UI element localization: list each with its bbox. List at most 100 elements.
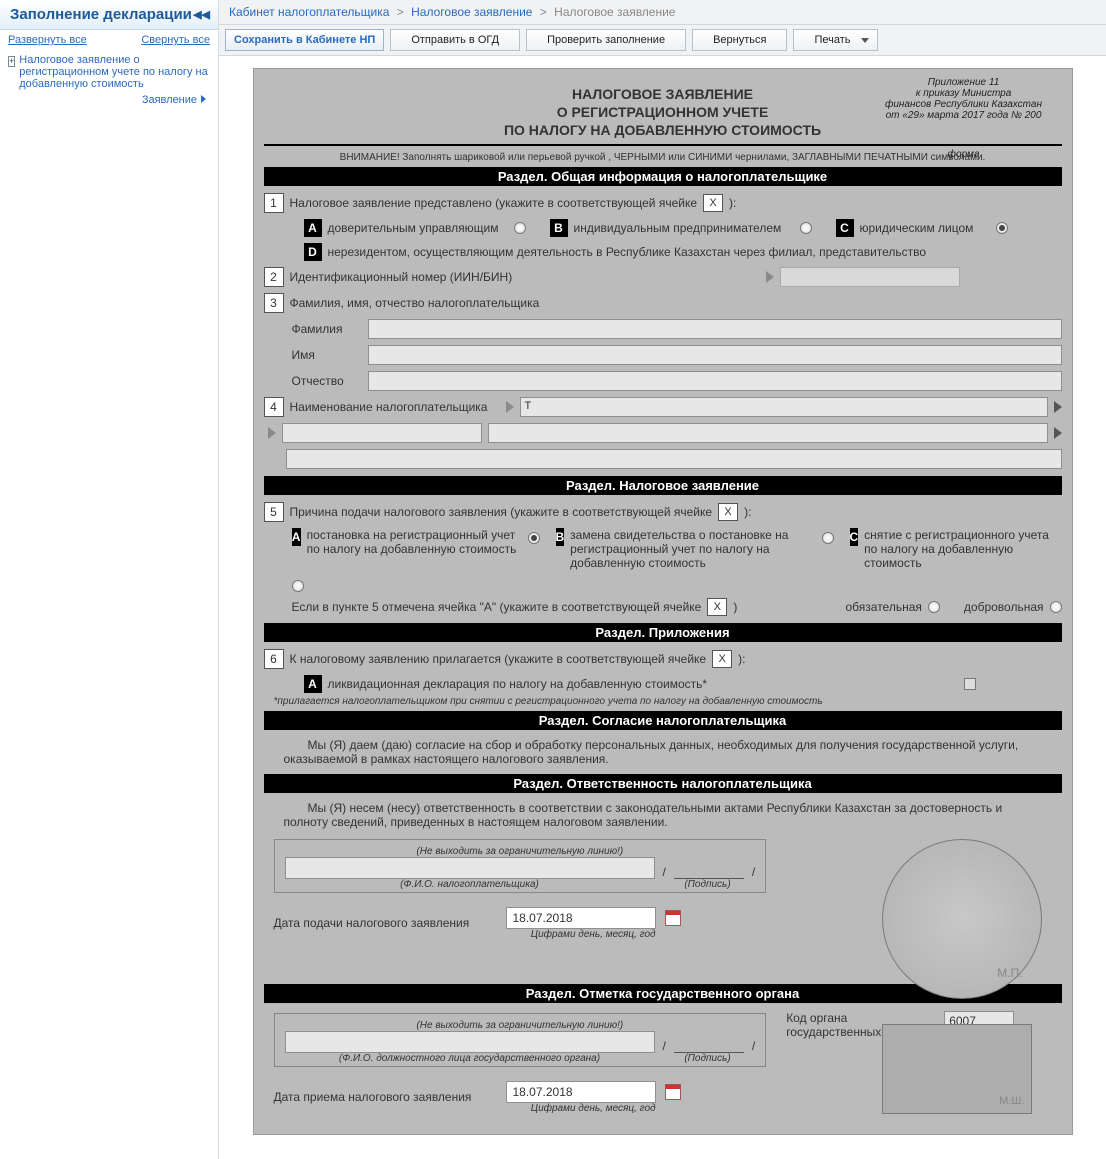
collapse-all-link[interactable]: Свернуть все: [141, 34, 210, 46]
q5-opt-c: снятие с регистрационного учета по налог…: [864, 528, 1049, 570]
tree-expand-icon[interactable]: +: [8, 56, 15, 67]
breadcrumb: Кабинет налогоплательщика > Налоговое за…: [219, 0, 1106, 25]
chevron-right-icon: [201, 95, 206, 103]
section-consent-head: Раздел. Согласие налогоплательщика: [264, 711, 1062, 730]
document: Приложение 11 к приказу Министра финансо…: [253, 68, 1073, 1135]
submit-date-input[interactable]: 18.07.2018: [506, 907, 656, 929]
radio-q5-c[interactable]: [292, 580, 304, 592]
lastname-label: Фамилия: [292, 322, 362, 336]
sidebar-title: Заполнение декларации ◀◀: [0, 0, 218, 30]
lastname-input[interactable]: [368, 319, 1062, 339]
check-button[interactable]: Проверить заполнение: [526, 29, 686, 51]
firstname-row: Имя: [264, 342, 1062, 368]
resp-text: Мы (Я) несем (несу) ответственность в со…: [264, 797, 1062, 833]
q5-x: X: [718, 503, 738, 521]
q1-opt-a: доверительным управляющим: [328, 221, 508, 235]
q2-row: 2 Идентификационный номер (ИИН/БИН): [264, 264, 1062, 290]
back-button[interactable]: Вернуться: [692, 29, 787, 51]
q5-sub-x: X: [707, 598, 727, 616]
sig-caption-2: (Подпись): [663, 1053, 753, 1064]
q1-opt-b: индивидуальным предпринимателем: [574, 221, 794, 235]
signature-block-gov: (Не выходить за ограничительную линию!) …: [274, 1013, 767, 1067]
q1-row: 1 Налоговое заявление представлено (укаж…: [264, 190, 1062, 216]
q5-number: 5: [264, 502, 284, 522]
q1-opt-c: юридическим лицом: [860, 221, 990, 235]
signature-pad-1: [674, 857, 744, 879]
q4-row: 4 Наименование налогоплательщика Т: [264, 394, 1062, 420]
q1-close: ):: [729, 196, 736, 210]
send-button[interactable]: Отправить в ОГД: [390, 29, 520, 51]
radio-q1-a[interactable]: [514, 222, 526, 234]
q5-options: A постановка на регистрационный учет по …: [264, 525, 1062, 595]
q1-text: Налоговое заявление представлено (укажит…: [290, 196, 698, 210]
arrow-q4-2r: [1054, 427, 1062, 439]
gov-fio-caption: (Ф.И.О. должностного лица государственно…: [285, 1053, 655, 1064]
fio-input[interactable]: [285, 857, 655, 879]
radio-q1-c[interactable]: [996, 222, 1008, 234]
main: Кабинет налогоплательщика > Налоговое за…: [219, 0, 1106, 1159]
letter-d: D: [304, 243, 322, 261]
collapse-sidebar-icon[interactable]: ◀◀: [193, 8, 210, 21]
breadcrumb-cabinet[interactable]: Кабинет налогоплательщика: [229, 5, 389, 19]
stamp-square: М.Ш.: [882, 1024, 1032, 1114]
radio-q5-b[interactable]: [822, 532, 834, 544]
breadcrumb-current: Налоговое заявление: [554, 5, 675, 19]
radio-voluntary[interactable]: [1050, 601, 1062, 613]
tree-leaf-node[interactable]: Заявление: [8, 94, 210, 106]
q5-opt-b: замена свидетельства о постановке на рег…: [570, 528, 815, 570]
date-hint-2: Цифрами день, месяц, год: [506, 1103, 681, 1114]
calendar-icon-2[interactable]: [665, 1084, 681, 1100]
radio-q1-b[interactable]: [800, 222, 812, 234]
accept-date-row: Дата приема налогового заявления 18.07.2…: [274, 1081, 767, 1114]
accept-date-input[interactable]: 18.07.2018: [506, 1081, 656, 1103]
q6-close: ):: [738, 652, 745, 666]
q1-opt-d: нерезидентом, осуществляющим деятельност…: [328, 245, 927, 259]
org-name-input-2b[interactable]: [488, 423, 1048, 443]
gov-fio-input[interactable]: [285, 1031, 655, 1053]
q6-opt: A ликвидационная декларация по налогу на…: [264, 672, 1062, 696]
q4-row2: [264, 420, 1062, 446]
radio-mandatory[interactable]: [928, 601, 940, 613]
fio-caption: (Ф.И.О. налогоплательщика): [285, 879, 655, 890]
print-button[interactable]: Печать: [793, 29, 877, 51]
radio-q5-a[interactable]: [528, 532, 540, 544]
expand-all-link[interactable]: Развернуть все: [8, 34, 87, 46]
q6-x: X: [712, 650, 732, 668]
annotation-block: Приложение 11 к приказу Министра финансо…: [874, 77, 1054, 160]
q5-text: Причина подачи налогового заявления (ука…: [290, 505, 713, 519]
tree-root-node[interactable]: + Налоговое заявление о регистрационном …: [8, 54, 210, 90]
submit-date-value: 18.07.2018: [513, 911, 573, 925]
breadcrumb-application[interactable]: Налоговое заявление: [411, 5, 532, 19]
accept-date-value: 18.07.2018: [513, 1085, 573, 1099]
signature-block-taxpayer: (Не выходить за ограничительную линию!) …: [274, 839, 767, 893]
q5-vol: добровольная: [964, 600, 1044, 614]
q6-text: К налоговому заявлению прилагается (укаж…: [290, 652, 707, 666]
q6-row: 6 К налоговому заявлению прилагается (ук…: [264, 646, 1062, 672]
consent-text: Мы (Я) даем (даю) согласие на сбор и обр…: [264, 734, 1062, 770]
firstname-input[interactable]: [368, 345, 1062, 365]
calendar-icon[interactable]: [665, 910, 681, 926]
patronymic-input[interactable]: [368, 371, 1062, 391]
q6-opt-a: ликвидационная декларация по налогу на д…: [328, 677, 708, 691]
slash-1b: /: [752, 865, 755, 879]
save-button[interactable]: Сохранить в Кабинете НП: [225, 29, 384, 51]
q1-options-row2: D нерезидентом, осуществляющим деятельно…: [264, 240, 1062, 264]
q2-text: Идентификационный номер (ИИН/БИН): [290, 270, 760, 284]
arrow-q4-1l: [506, 401, 514, 413]
stamp-mp-text: М.П.: [997, 966, 1022, 980]
sidebar-title-text: Заполнение декларации: [10, 6, 192, 23]
anno-l1: Приложение 11: [874, 77, 1054, 88]
iin-bin-input[interactable]: [780, 267, 960, 287]
checkbox-q6-a[interactable]: [964, 678, 976, 690]
org-name-input-2a[interactable]: [282, 423, 482, 443]
boundary-hint-1: (Не выходить за ограничительную линию!): [285, 846, 756, 857]
q5-sub: Если в пункте 5 отмечена ячейка "А" (ука…: [264, 595, 1062, 619]
q5-sub-text: Если в пункте 5 отмечена ячейка "А" (ука…: [292, 600, 702, 614]
sidebar: Заполнение декларации ◀◀ Развернуть все …: [0, 0, 219, 1159]
org-name-input-3[interactable]: [286, 449, 1062, 469]
q4-row3: [264, 446, 1062, 472]
org-name-input-1[interactable]: Т: [520, 397, 1048, 417]
patronymic-row: Отчество: [264, 368, 1062, 394]
arrow-q2-left: [766, 271, 774, 283]
anno-forma: форма: [874, 149, 1054, 160]
